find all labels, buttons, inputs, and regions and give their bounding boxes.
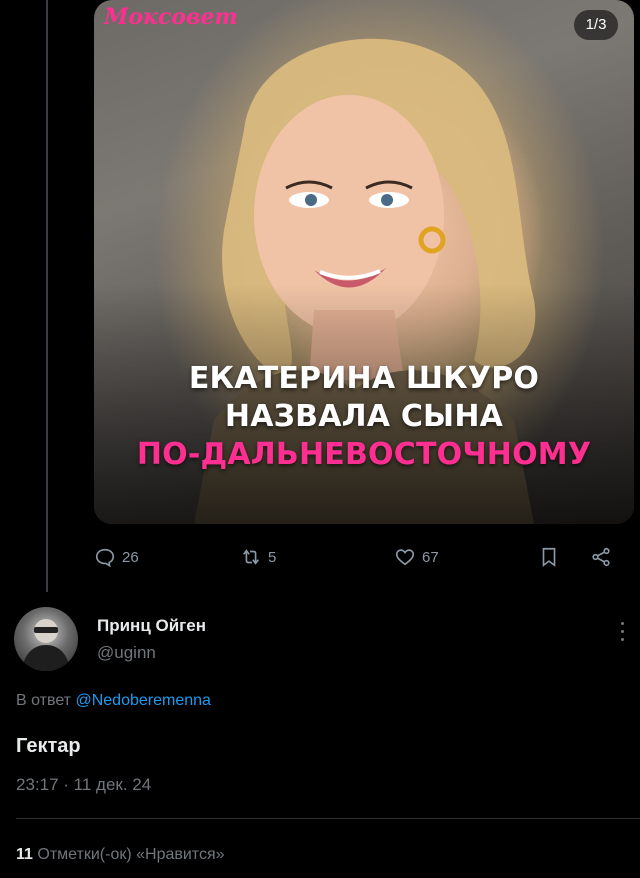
- tweet-text: Гектар: [16, 735, 81, 757]
- bookmark-button[interactable]: [538, 540, 560, 574]
- reply-context: В ответ @Nedoberemenna: [16, 692, 211, 710]
- avatar[interactable]: [14, 607, 78, 671]
- media-image[interactable]: Моксовет 1/3 ЕКАТЕРИНА ШКУРО НАЗВАЛА СЫН…: [94, 0, 634, 524]
- divider: [16, 818, 640, 819]
- share-icon: [592, 547, 610, 567]
- likes-label: Отметки(-ок) «Нравится»: [37, 846, 225, 863]
- headline-line-3: ПО-ДАЛЬНЕВОСТОЧНОМУ: [136, 437, 592, 472]
- image-counter-badge: 1/3: [574, 10, 618, 40]
- reply-button[interactable]: 26: [94, 540, 139, 574]
- heart-icon: [395, 549, 415, 566]
- repost-icon: [243, 549, 259, 565]
- like-count: 67: [422, 548, 439, 566]
- headline-line-1: ЕКАТЕРИНА ШКУРО: [188, 361, 540, 396]
- likes-count: 11: [16, 846, 33, 863]
- thread-connector-line: [46, 0, 48, 592]
- like-button[interactable]: 67: [394, 540, 439, 574]
- brand-logo: Моксовет: [104, 4, 238, 30]
- author-name[interactable]: Принц Ойген: [97, 616, 206, 636]
- more-options-icon[interactable]: [618, 622, 626, 646]
- image-headline: ЕКАТЕРИНА ШКУРО НАЗВАЛА СЫНА ПО-ДАЛЬНЕВО…: [94, 360, 634, 474]
- headline-line-2: НАЗВАЛА СЫНА: [224, 399, 504, 434]
- bookmark-icon: [542, 547, 556, 567]
- tweet-action-bar: 26 5 67: [94, 540, 628, 574]
- repost-button[interactable]: 5: [240, 540, 276, 574]
- author-handle[interactable]: @uginn: [97, 643, 156, 663]
- tweet-timestamp[interactable]: 23:17 · 11 дек. 24: [16, 775, 151, 795]
- share-button[interactable]: [590, 540, 612, 574]
- reply-count: 26: [122, 548, 139, 566]
- speech-bubble-icon: [95, 548, 115, 568]
- reply-prefix: В ответ: [16, 692, 72, 709]
- reply-mention-link[interactable]: @Nedoberemenna: [75, 692, 210, 709]
- likes-summary[interactable]: 11 Отметки(-ок) «Нравится»: [16, 846, 225, 864]
- avatar-portrait: [22, 619, 70, 671]
- repost-count: 5: [268, 548, 277, 566]
